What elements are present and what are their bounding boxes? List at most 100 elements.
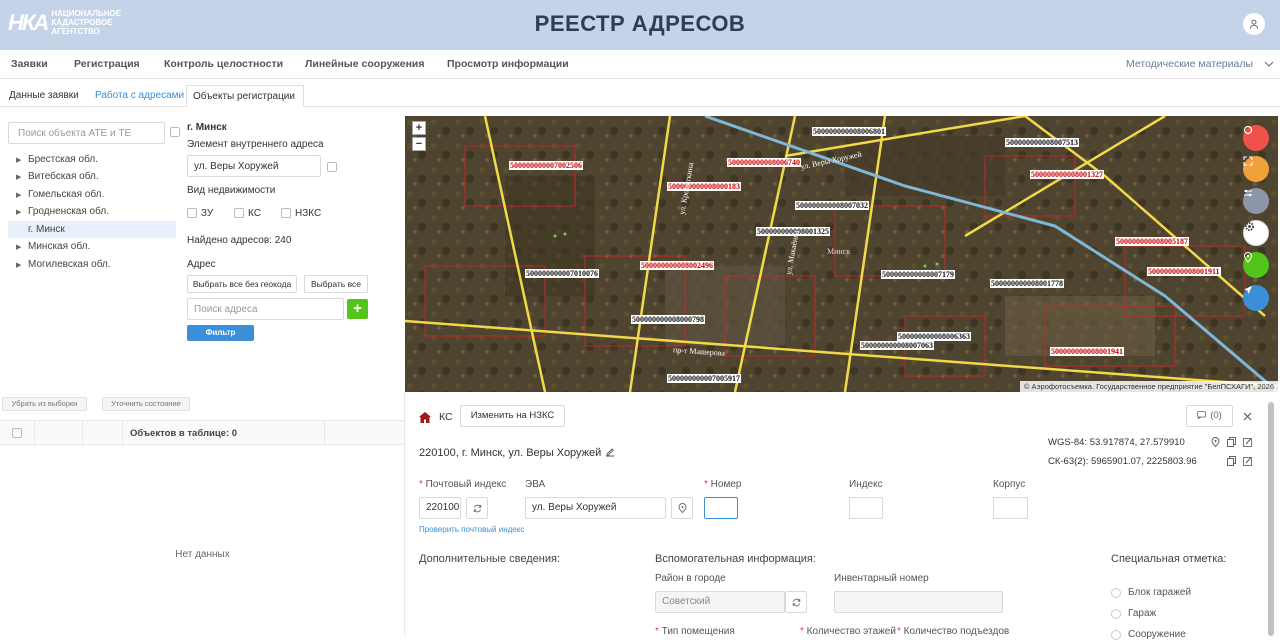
copy-icon[interactable]	[1227, 456, 1236, 466]
radio-garage-block[interactable]	[1111, 588, 1121, 598]
tab-request-data[interactable]: Данные заявки	[3, 85, 85, 107]
corpus-input[interactable]	[993, 497, 1028, 519]
parcel-label[interactable]: 500000000008007179	[881, 270, 955, 279]
tab-registration-objects[interactable]: Объекты регистрации	[186, 85, 304, 107]
element-checkbox[interactable]	[327, 162, 337, 172]
tree-item-grodno[interactable]: ▶ Гродненская обл.	[8, 203, 176, 220]
map-layer-button[interactable]	[1243, 125, 1269, 151]
parcel-label[interactable]: 500000000008007513	[1005, 138, 1079, 147]
parcel-label[interactable]: 500000000008000798	[631, 315, 705, 324]
radio-structure[interactable]	[1111, 630, 1121, 640]
main-menu: Заявки Регистрация Контроль целостности …	[0, 50, 1280, 79]
radio-garage-label: Гараж	[1128, 608, 1157, 619]
checkbox-ks[interactable]	[234, 208, 244, 218]
district-label: Минск	[827, 247, 851, 256]
eva-locate-button[interactable]	[671, 497, 693, 519]
refine-state-button[interactable]: Уточнить состояние	[102, 397, 190, 411]
refresh-postal-button[interactable]	[466, 497, 488, 519]
tree-item-minsk-city[interactable]: г. Минск	[8, 221, 176, 238]
refresh-icon	[792, 598, 800, 606]
check-postal-link[interactable]: Проверить почтовый индекс	[419, 525, 524, 534]
parcel-label[interactable]: 500000000008006740	[727, 158, 801, 167]
copy-icon[interactable]	[1227, 437, 1236, 447]
tree-item-vitebsk[interactable]: ▶ Витебская обл.	[8, 168, 176, 185]
tree-item-gomel[interactable]: ▶ Гомельская обл.	[8, 186, 176, 203]
zoom-in-button[interactable]: +	[412, 121, 426, 135]
parcel-label[interactable]: 500000000007005917	[667, 374, 741, 383]
number-input[interactable]	[704, 497, 738, 519]
parcel-label[interactable]: 500000000008000183	[667, 182, 741, 191]
navigate-button[interactable]	[1243, 285, 1269, 311]
inventory-input[interactable]	[834, 591, 1003, 613]
select-all-rows-checkbox[interactable]	[12, 428, 22, 438]
element-input[interactable]	[187, 155, 321, 177]
tab-address-work[interactable]: Работа с адресами	[89, 85, 190, 107]
locate-point-button[interactable]	[1243, 252, 1269, 278]
history-button[interactable]: (0)	[1186, 405, 1233, 427]
parcel-label[interactable]: 500000000008005187	[1115, 237, 1189, 246]
chat-icon	[1197, 411, 1207, 421]
edit-icon[interactable]	[1243, 437, 1253, 447]
radio-garage[interactable]	[1111, 609, 1121, 619]
caret-right-icon: ▶	[16, 244, 22, 251]
checkbox-ks-label: КС	[248, 208, 261, 219]
zoom-out-button[interactable]: −	[412, 137, 426, 151]
tree-item-brest[interactable]: ▶ Брестская обл.	[8, 151, 176, 168]
tree-item-label: Гомельская обл.	[28, 189, 105, 200]
ate-search-checkbox[interactable]	[170, 127, 180, 137]
parcel-label[interactable]: 500000000008002496	[640, 261, 714, 270]
remove-from-selection-button[interactable]: Убрать из выборки	[2, 397, 87, 411]
menu-item-registration[interactable]: Регистрация	[74, 58, 140, 70]
menu-item-linear[interactable]: Линейные сооружения	[305, 58, 425, 70]
map-view[interactable]: + − 500000000007002506 50000000000800674…	[405, 116, 1278, 392]
corpus-label: Корпус	[993, 479, 1026, 490]
parcel-label[interactable]: 500000000008001941	[1050, 347, 1124, 356]
checkbox-nzks[interactable]	[281, 208, 291, 218]
menu-item-requests[interactable]: Заявки	[11, 58, 48, 70]
menu-item-view-info[interactable]: Просмотр информации	[447, 58, 569, 70]
tree-item-mogilev[interactable]: ▶ Могилевская обл.	[8, 256, 176, 273]
ate-search-input[interactable]	[8, 122, 165, 144]
edit-icon[interactable]	[1243, 456, 1253, 466]
caret-right-icon: ▶	[16, 209, 22, 216]
tree-item-label: Могилевская обл.	[28, 259, 111, 270]
edit-icon[interactable]	[605, 447, 615, 457]
detail-scrollbar[interactable]	[1268, 402, 1274, 636]
fullscreen-button[interactable]	[1243, 156, 1269, 182]
menu-item-integrity[interactable]: Контроль целостности	[164, 58, 283, 70]
district-input[interactable]: Советский	[655, 591, 785, 613]
app-header: НКА НАЦИОНАЛЬНОЕ КАДАСТРОВОЕ АГЕНТСТВО Р…	[0, 0, 1280, 50]
parcel-label[interactable]: 500000000007010076	[525, 269, 599, 278]
district-label: Район в городе	[655, 573, 726, 584]
select-all-button[interactable]: Выбрать все	[304, 275, 368, 293]
menu-item-methodical[interactable]: Методические материалы	[1126, 58, 1274, 70]
index-input[interactable]	[849, 497, 883, 519]
filter-button[interactable]: Фильтр	[187, 325, 254, 341]
parcel-label[interactable]: 500000000008007063	[860, 341, 934, 350]
change-to-nzks-button[interactable]: Изменить на НЗКС	[460, 405, 565, 427]
parcel-label[interactable]: 500000000008006801	[812, 127, 886, 136]
postal-input[interactable]: 220100	[419, 497, 461, 519]
parcel-label[interactable]: 500000000008007032	[795, 201, 869, 210]
layers-settings-button[interactable]	[1243, 188, 1269, 214]
floors-label: * Количество этажей	[800, 626, 896, 637]
map-pin-icon[interactable]	[1211, 437, 1220, 447]
parcel-label[interactable]: 500000000007002506	[509, 161, 583, 170]
parcel-label[interactable]: 500000000008001327	[1030, 170, 1104, 179]
user-account-button[interactable]	[1243, 13, 1265, 35]
parcel-label[interactable]: 500000000008001778	[990, 279, 1064, 288]
eva-input[interactable]: ул. Веры Хоружей	[525, 497, 666, 519]
parcel-label[interactable]: 500000000008001911	[1147, 267, 1221, 276]
address-search-input[interactable]	[187, 298, 344, 320]
parcel-label[interactable]: 500000000008006363	[897, 332, 971, 341]
map-settings-button[interactable]	[1243, 220, 1269, 246]
add-address-button[interactable]: +	[347, 299, 368, 319]
checkbox-zu[interactable]	[187, 208, 197, 218]
select-no-geocode-button[interactable]: Выбрать все без геокода	[187, 275, 297, 293]
close-icon[interactable]	[1243, 412, 1252, 421]
address-label: Адрес	[187, 259, 216, 270]
refresh-district-button[interactable]	[785, 591, 807, 613]
tree-item-minsk-region[interactable]: ▶ Минская обл.	[8, 238, 176, 255]
caret-right-icon: ▶	[16, 174, 22, 181]
table-header: Объектов в таблице: 0	[0, 420, 405, 446]
